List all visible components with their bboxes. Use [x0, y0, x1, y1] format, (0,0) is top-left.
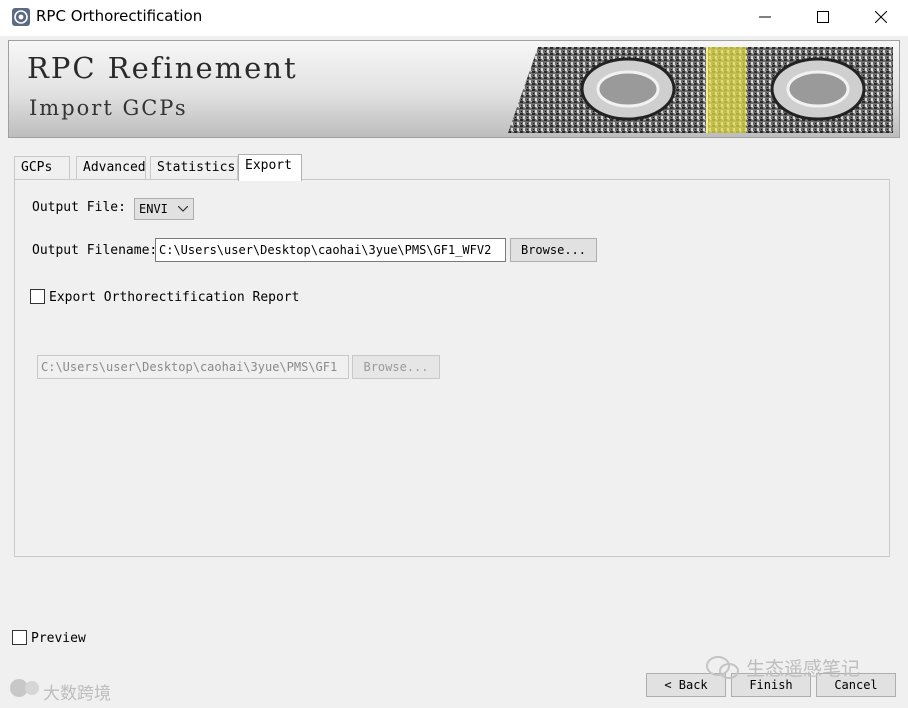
watermark-left: 大数跨境 [43, 684, 111, 704]
output-file-label: Output File: [32, 200, 126, 215]
maximize-icon [817, 11, 829, 23]
window-title: RPC Orthorectification [36, 7, 203, 25]
export-panel-content: Output File: ENVI Output Filename: C:\Us… [19, 182, 885, 552]
preview-checkbox[interactable] [12, 630, 27, 645]
report-browse-button[interactable]: Browse... [352, 355, 440, 379]
watermark-right: 生态遥感笔记 [746, 658, 861, 680]
tab-statistics[interactable]: Statistics [150, 156, 238, 180]
tab-advanced[interactable]: Advanced [76, 156, 146, 180]
app-icon [12, 8, 30, 26]
close-button[interactable] [852, 0, 908, 34]
export-report-label: Export Orthorectification Report [49, 290, 300, 305]
output-file-value: ENVI [139, 202, 168, 216]
report-path-field[interactable]: C:\Users\user\Desktop\caohai\3yue\PMS\GF… [37, 355, 349, 379]
export-report-checkbox[interactable] [30, 289, 45, 304]
browse-button[interactable]: Browse... [510, 238, 597, 262]
chevron-down-icon [178, 206, 188, 212]
export-panel: Output File: ENVI Output Filename: C:\Us… [14, 179, 890, 557]
output-filename-label: Output Filename: [32, 243, 158, 258]
output-file-select[interactable]: ENVI [134, 198, 194, 220]
minimize-button[interactable] [736, 0, 794, 34]
minimize-icon [759, 16, 771, 18]
maximize-button[interactable] [794, 0, 852, 34]
wizard-banner: RPC Refinement Import GCPs [8, 40, 900, 138]
close-icon [875, 11, 887, 23]
tab-export[interactable]: Export [238, 154, 302, 181]
satellite-image [508, 47, 893, 133]
tab-gcps[interactable]: GCPs [14, 156, 70, 180]
output-filename-field[interactable]: C:\Users\user\Desktop\caohai\3yue\PMS\GF… [155, 238, 506, 262]
banner-subtitle: Import GCPs [29, 96, 188, 120]
preview-label: Preview [31, 631, 86, 646]
title-bar: RPC Orthorectification [0, 0, 908, 36]
banner-title: RPC Refinement [27, 51, 298, 85]
wechat-icon [706, 656, 739, 679]
watermark-logo-icon [10, 679, 39, 697]
